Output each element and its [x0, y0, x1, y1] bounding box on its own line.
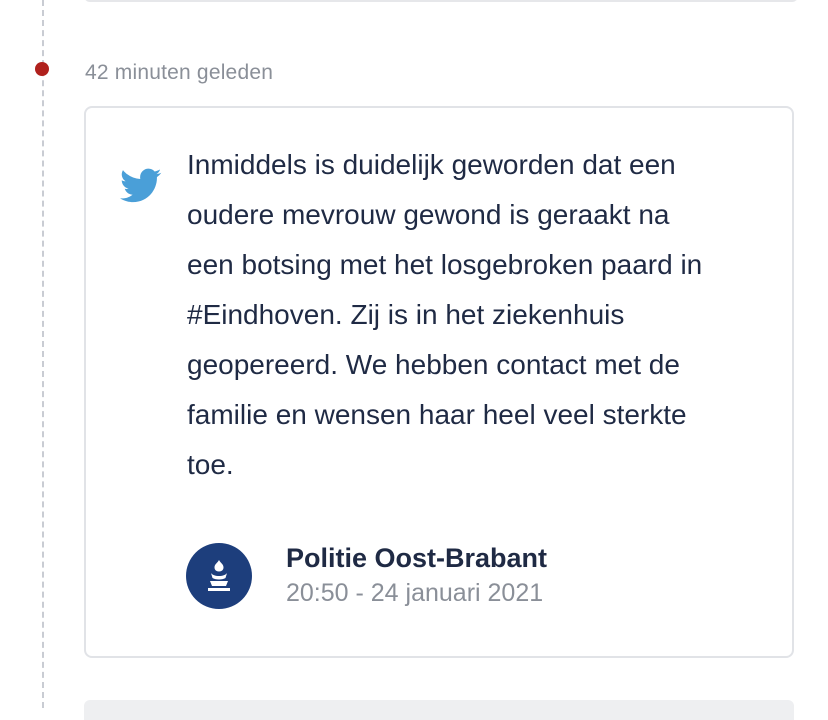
next-card-edge — [84, 700, 794, 720]
tweet-card[interactable]: Inmiddels is duidelijk geworden dat een … — [84, 106, 794, 658]
previous-card-edge — [84, 0, 798, 2]
author-name[interactable]: Politie Oost-Brabant — [286, 541, 547, 575]
author-info: Politie Oost-Brabant 20:50 - 24 januari … — [286, 541, 547, 611]
timeline-line — [42, 0, 44, 708]
post-timestamp: 42 minuten geleden — [85, 61, 274, 84]
tweet-text: Inmiddels is duidelijk geworden dat een … — [187, 149, 703, 480]
tweet-author[interactable]: Politie Oost-Brabant 20:50 - 24 januari … — [186, 540, 547, 612]
tweet-datetime[interactable]: 20:50 - 24 januari 2021 — [286, 575, 547, 611]
twitter-bird-icon — [120, 168, 162, 204]
timeline-dot — [35, 62, 49, 76]
police-logo-icon[interactable] — [186, 543, 252, 609]
